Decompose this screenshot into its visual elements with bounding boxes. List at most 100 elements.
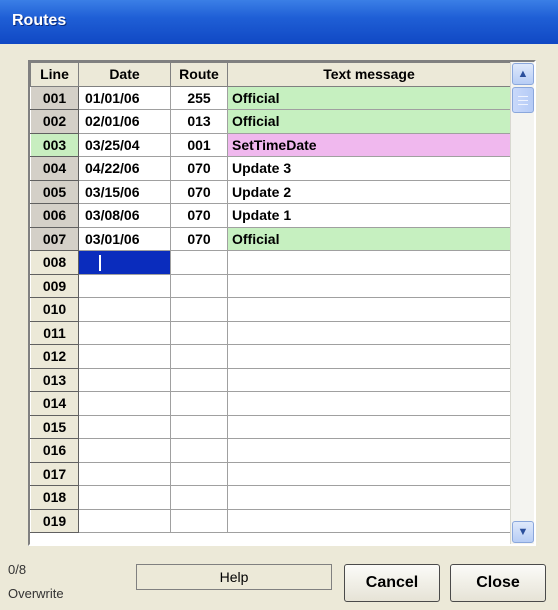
route-cell[interactable] [170, 438, 228, 463]
table-row[interactable]: 005 03/15/06 070 Update 2 [30, 179, 511, 204]
line-number-cell[interactable]: 011 [30, 320, 79, 345]
line-number-cell[interactable]: 003 [30, 132, 79, 157]
line-number-cell[interactable]: 007 [30, 226, 79, 251]
date-cell[interactable] [78, 391, 171, 416]
line-number-cell[interactable]: 017 [30, 461, 79, 486]
message-cell[interactable] [227, 297, 511, 322]
message-cell[interactable]: SetTimeDate [227, 132, 511, 157]
date-cell[interactable] [78, 461, 171, 486]
column-header-date[interactable]: Date [78, 62, 171, 87]
table-row[interactable]: 014 [30, 391, 511, 416]
routes-grid[interactable]: Line Date Route Text message 001 01/01/06… [28, 60, 536, 546]
route-cell[interactable] [170, 344, 228, 369]
column-header-route[interactable]: Route [170, 62, 228, 87]
route-cell[interactable]: 070 [170, 179, 228, 204]
table-row[interactable]: 013 [30, 367, 511, 392]
table-row[interactable]: 010 [30, 297, 511, 322]
line-number-cell[interactable]: 006 [30, 203, 79, 228]
date-cell[interactable]: 03/08/06 [78, 203, 171, 228]
date-cell[interactable] [78, 273, 171, 298]
date-cell[interactable] [78, 320, 171, 345]
date-cell[interactable]: 03/15/06 [78, 179, 171, 204]
table-row[interactable]: 019 [30, 508, 511, 533]
line-number-cell[interactable]: 005 [30, 179, 79, 204]
column-header-line[interactable]: Line [30, 62, 79, 87]
arrow-up-icon[interactable]: ▲ [512, 63, 534, 85]
date-cell[interactable]: 03/01/06 [78, 226, 171, 251]
line-number-cell[interactable]: 012 [30, 344, 79, 369]
message-cell[interactable] [227, 438, 511, 463]
date-cell[interactable] [78, 297, 171, 322]
route-cell[interactable] [170, 297, 228, 322]
route-cell[interactable] [170, 508, 228, 533]
column-header-message[interactable]: Text message [227, 62, 511, 87]
table-row[interactable]: 017 [30, 461, 511, 486]
line-number-cell[interactable]: 016 [30, 438, 79, 463]
scroll-thumb[interactable] [512, 87, 534, 113]
route-cell[interactable] [170, 273, 228, 298]
table-row[interactable]: 003 03/25/04 001 SetTimeDate [30, 132, 511, 157]
line-number-cell[interactable]: 015 [30, 414, 79, 439]
table-row[interactable]: 006 03/08/06 070 Update 1 [30, 203, 511, 228]
help-button[interactable]: Help [136, 564, 332, 590]
line-number-cell[interactable]: 019 [30, 508, 79, 533]
message-cell[interactable] [227, 391, 511, 416]
route-cell[interactable]: 070 [170, 226, 228, 251]
route-cell[interactable]: 255 [170, 85, 228, 110]
line-number-cell[interactable]: 002 [30, 109, 79, 134]
message-cell[interactable]: Update 1 [227, 203, 511, 228]
route-cell[interactable] [170, 250, 228, 275]
route-cell[interactable] [170, 485, 228, 510]
message-cell[interactable]: Official [227, 109, 511, 134]
line-number-cell[interactable]: 010 [30, 297, 79, 322]
vertical-scrollbar[interactable]: ▲ ▼ [510, 62, 534, 544]
date-cell[interactable] [78, 344, 171, 369]
table-row[interactable]: 016 [30, 438, 511, 463]
date-cell[interactable] [78, 485, 171, 510]
message-cell[interactable] [227, 273, 511, 298]
table-row[interactable]: 007 03/01/06 070 Official [30, 226, 511, 251]
date-cell[interactable] [78, 250, 171, 275]
route-cell[interactable]: 001 [170, 132, 228, 157]
date-cell[interactable] [78, 508, 171, 533]
title-bar[interactable]: Routes [0, 0, 558, 44]
message-cell[interactable] [227, 461, 511, 486]
table-row[interactable]: 015 [30, 414, 511, 439]
route-cell[interactable] [170, 367, 228, 392]
line-number-cell[interactable]: 013 [30, 367, 79, 392]
line-number-cell[interactable]: 001 [30, 85, 79, 110]
message-cell[interactable]: Update 3 [227, 156, 511, 181]
table-row[interactable]: 008 [30, 250, 511, 275]
route-cell[interactable]: 070 [170, 156, 228, 181]
message-cell[interactable]: Official [227, 226, 511, 251]
arrow-down-icon[interactable]: ▼ [512, 521, 534, 543]
route-cell[interactable]: 013 [170, 109, 228, 134]
date-cell[interactable]: 04/22/06 [78, 156, 171, 181]
date-cell[interactable]: 02/01/06 [78, 109, 171, 134]
message-cell[interactable] [227, 367, 511, 392]
line-number-cell[interactable]: 014 [30, 391, 79, 416]
message-cell[interactable] [227, 320, 511, 345]
date-cell[interactable] [78, 414, 171, 439]
table-row[interactable]: 004 04/22/06 070 Update 3 [30, 156, 511, 181]
line-number-cell[interactable]: 018 [30, 485, 79, 510]
route-cell[interactable] [170, 391, 228, 416]
table-row[interactable]: 001 01/01/06 255 Official [30, 85, 511, 110]
message-cell[interactable]: Official [227, 85, 511, 110]
table-row[interactable]: 018 [30, 485, 511, 510]
message-cell[interactable] [227, 344, 511, 369]
date-cell[interactable] [78, 438, 171, 463]
date-cell[interactable] [78, 367, 171, 392]
line-number-cell[interactable]: 008 [30, 250, 79, 275]
cancel-button[interactable]: Cancel [344, 564, 440, 602]
message-cell[interactable]: Update 2 [227, 179, 511, 204]
table-row[interactable]: 012 [30, 344, 511, 369]
route-cell[interactable] [170, 320, 228, 345]
route-cell[interactable] [170, 414, 228, 439]
line-number-cell[interactable]: 004 [30, 156, 79, 181]
date-cell[interactable]: 03/25/04 [78, 132, 171, 157]
table-row[interactable]: 011 [30, 320, 511, 345]
date-cell[interactable]: 01/01/06 [78, 85, 171, 110]
message-cell[interactable] [227, 508, 511, 533]
message-cell[interactable] [227, 250, 511, 275]
